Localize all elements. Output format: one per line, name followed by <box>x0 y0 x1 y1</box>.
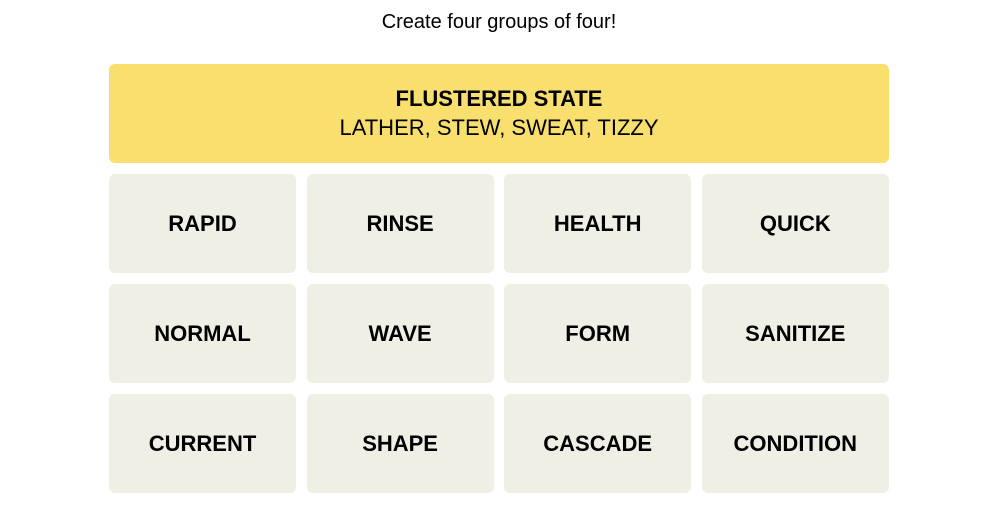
instructions-text: Create four groups of four! <box>381 11 617 33</box>
word-tile[interactable]: RINSE <box>306 174 494 273</box>
word-tile[interactable]: QUICK <box>701 174 889 273</box>
solved-group-words: LATHER, STEW, SWEAT, TIZZY <box>339 114 659 140</box>
solved-group-yellow: FLUSTERED STATE LATHER, STEW, SWEAT, TIZ… <box>109 64 889 163</box>
word-tile[interactable]: HEALTH <box>504 174 692 273</box>
word-tile[interactable]: NORMAL <box>109 284 296 383</box>
word-tile[interactable]: CURRENT <box>109 394 296 493</box>
solved-group-category: FLUSTERED STATE <box>395 85 603 111</box>
word-tile[interactable]: WAVE <box>306 284 494 383</box>
word-tile[interactable]: CONDITION <box>701 394 889 493</box>
word-grid: RAPID RINSE HEALTH QUICK NORMAL WAVE FOR… <box>109 174 889 493</box>
word-tile[interactable]: SHAPE <box>306 394 494 493</box>
word-tile[interactable]: CASCADE <box>504 394 692 493</box>
word-tile[interactable]: RAPID <box>109 174 296 273</box>
word-tile[interactable]: FORM <box>504 284 692 383</box>
word-tile[interactable]: SANITIZE <box>701 284 889 383</box>
